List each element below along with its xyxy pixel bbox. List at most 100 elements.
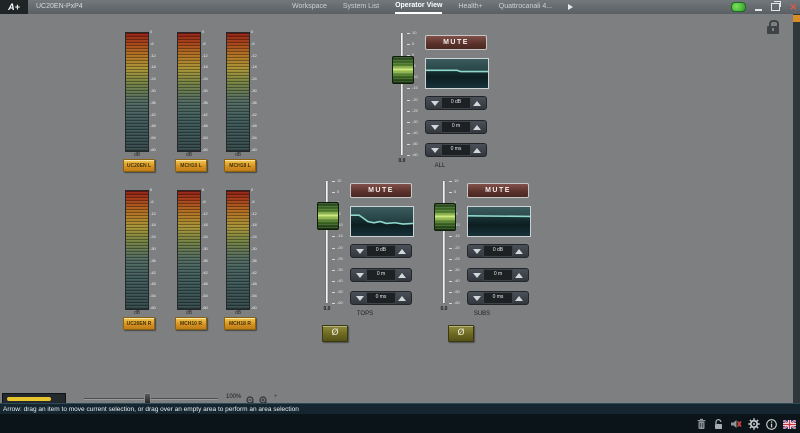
gain-value[interactable]: 0 dB: [366, 245, 396, 257]
minimize-icon[interactable]: [755, 9, 762, 11]
strip-name-subs: SUBS: [432, 311, 532, 317]
online-status-icon: [731, 2, 746, 12]
scrollbar-thumb[interactable]: [793, 15, 800, 22]
zoom-slider[interactable]: [84, 398, 218, 399]
zoom-toolbar: 100% +: [0, 392, 800, 403]
increment-icon[interactable]: [473, 101, 481, 106]
menu-workspace[interactable]: Workspace: [292, 1, 327, 13]
language-flag-icon[interactable]: [783, 420, 796, 429]
increment-icon[interactable]: [515, 249, 523, 254]
delay-m-value[interactable]: 0 m: [441, 121, 471, 133]
meter-unit-label: dB: [125, 152, 149, 158]
meter-group-right: 0-6-12-18-24-30-36-42-48-54-60 dB UC20EN…: [125, 188, 275, 334]
zoom-in-icon[interactable]: [259, 393, 269, 403]
phase-button-subs[interactable]: Ø: [448, 325, 474, 342]
title-bar: A+ UC20EN-PxP4 Workspace System List Ope…: [0, 0, 800, 14]
channel-button[interactable]: MCH18 R: [224, 317, 256, 330]
increment-icon[interactable]: [398, 249, 406, 254]
level-meter: [177, 32, 201, 152]
decrement-icon[interactable]: [431, 125, 439, 130]
play-icon[interactable]: [568, 4, 573, 10]
fader-scale: 1050-5-10-15-20-25-30-40-50-60: [406, 33, 420, 155]
level-meter: [226, 190, 250, 310]
increment-icon[interactable]: [473, 125, 481, 130]
info-icon[interactable]: [766, 419, 777, 430]
meter-unit-label: dB: [226, 310, 250, 316]
main-menu: Workspace System List Operator View Heal…: [292, 0, 573, 14]
decrement-icon[interactable]: [473, 273, 481, 278]
mute-button-all[interactable]: MUTE: [425, 35, 487, 50]
unlock-icon[interactable]: [713, 418, 724, 430]
channel-strip-subs: 1050-5-10-15-20-25-30-40-50-60 0.0 MUTE …: [432, 178, 532, 318]
gain-value[interactable]: 0 dB: [483, 245, 513, 257]
zoom-step-plus[interactable]: +: [274, 394, 278, 400]
level-meter: [177, 190, 201, 310]
decrement-icon[interactable]: [356, 273, 364, 278]
increment-icon[interactable]: [398, 296, 406, 301]
channel-button[interactable]: UC20EN L: [123, 159, 155, 172]
meter-scale: 0-6-12-18-24-30-36-42-48-54-60: [150, 190, 162, 308]
gain-spinner: 0 dB: [425, 96, 487, 110]
zoom-level: 100%: [226, 394, 241, 400]
strip-name-tops: TOPS: [315, 311, 415, 317]
delay-m-spinner: 0 m: [425, 120, 487, 134]
fader-all[interactable]: 1050-5-10-15-20-25-30-40-50-60: [390, 30, 420, 160]
muted-speaker-icon[interactable]: [730, 418, 742, 430]
delay-ms-value[interactable]: 0 ms: [441, 144, 471, 156]
decrement-icon[interactable]: [431, 148, 439, 153]
fader-tops[interactable]: 1050-5-10-15-20-25-30-40-50-60: [315, 178, 345, 308]
zoom-out-icon[interactable]: [246, 393, 256, 403]
eq-display-tops: [350, 206, 414, 237]
fader-knob[interactable]: [392, 56, 414, 84]
meter-scale: 0-6-12-18-24-30-36-42-48-54-60: [202, 32, 214, 150]
decrement-icon[interactable]: [431, 101, 439, 106]
channel-button[interactable]: MCH10 R: [175, 317, 207, 330]
delay-ms-value[interactable]: 0 ms: [483, 292, 513, 304]
menu-health[interactable]: Health+: [458, 1, 482, 13]
restore-icon[interactable]: [771, 3, 780, 11]
fader-track: [443, 181, 445, 303]
gear-icon[interactable]: [748, 418, 760, 430]
channel-button[interactable]: UC20EN R: [123, 317, 155, 330]
increment-icon[interactable]: [515, 273, 523, 278]
decrement-icon[interactable]: [473, 249, 481, 254]
lock-icon[interactable]: [766, 20, 780, 35]
channel-strip-tops: 1050-5-10-15-20-25-30-40-50-60 0.0 MUTE …: [315, 178, 415, 318]
level-meter: [125, 32, 149, 152]
status-bar: Arrow: drag an item to move current sele…: [0, 403, 800, 414]
fader-knob[interactable]: [317, 202, 339, 230]
delay-m-value[interactable]: 0 m: [483, 269, 513, 281]
menu-operator-view[interactable]: Operator View: [395, 0, 442, 14]
channel-button[interactable]: MCH10 L: [175, 159, 207, 172]
decrement-icon[interactable]: [473, 296, 481, 301]
gain-spinner: 0 dB: [350, 244, 412, 258]
app-logo: A+: [0, 0, 28, 14]
fader-knob[interactable]: [434, 203, 456, 231]
increment-icon[interactable]: [515, 296, 523, 301]
fader-subs[interactable]: 1050-5-10-15-20-25-30-40-50-60: [432, 178, 462, 308]
decrement-icon[interactable]: [356, 249, 364, 254]
trash-icon[interactable]: [696, 418, 707, 430]
phase-button-tops[interactable]: Ø: [322, 325, 348, 342]
mute-button-subs[interactable]: MUTE: [467, 183, 529, 198]
delay-m-spinner: 0 m: [467, 268, 529, 282]
increment-icon[interactable]: [473, 148, 481, 153]
increment-icon[interactable]: [398, 273, 406, 278]
armonia-operator-window: A+ UC20EN-PxP4 Workspace System List Ope…: [0, 0, 800, 433]
window-title: UC20EN-PxP4: [36, 0, 83, 14]
minimap-viewport[interactable]: [7, 397, 51, 401]
level-meter: [226, 32, 250, 152]
delay-ms-value[interactable]: 0 ms: [366, 292, 396, 304]
vertical-scrollbar[interactable]: [793, 14, 800, 403]
meter-group-left: 0-6-12-18-24-30-36-42-48-54-60 dB UC20EN…: [125, 30, 275, 176]
decrement-icon[interactable]: [356, 296, 364, 301]
fader-track: [401, 33, 403, 155]
mute-button-tops[interactable]: MUTE: [350, 183, 412, 198]
close-icon[interactable]: ✕: [789, 0, 797, 14]
delay-ms-spinner: 0 ms: [425, 143, 487, 157]
gain-value[interactable]: 0 dB: [441, 97, 471, 109]
menu-quattrocanali[interactable]: Quattrocanali 4...: [499, 1, 552, 13]
channel-button[interactable]: MCH18 L: [224, 159, 256, 172]
menu-system-list[interactable]: System List: [343, 1, 379, 13]
delay-m-value[interactable]: 0 m: [366, 269, 396, 281]
